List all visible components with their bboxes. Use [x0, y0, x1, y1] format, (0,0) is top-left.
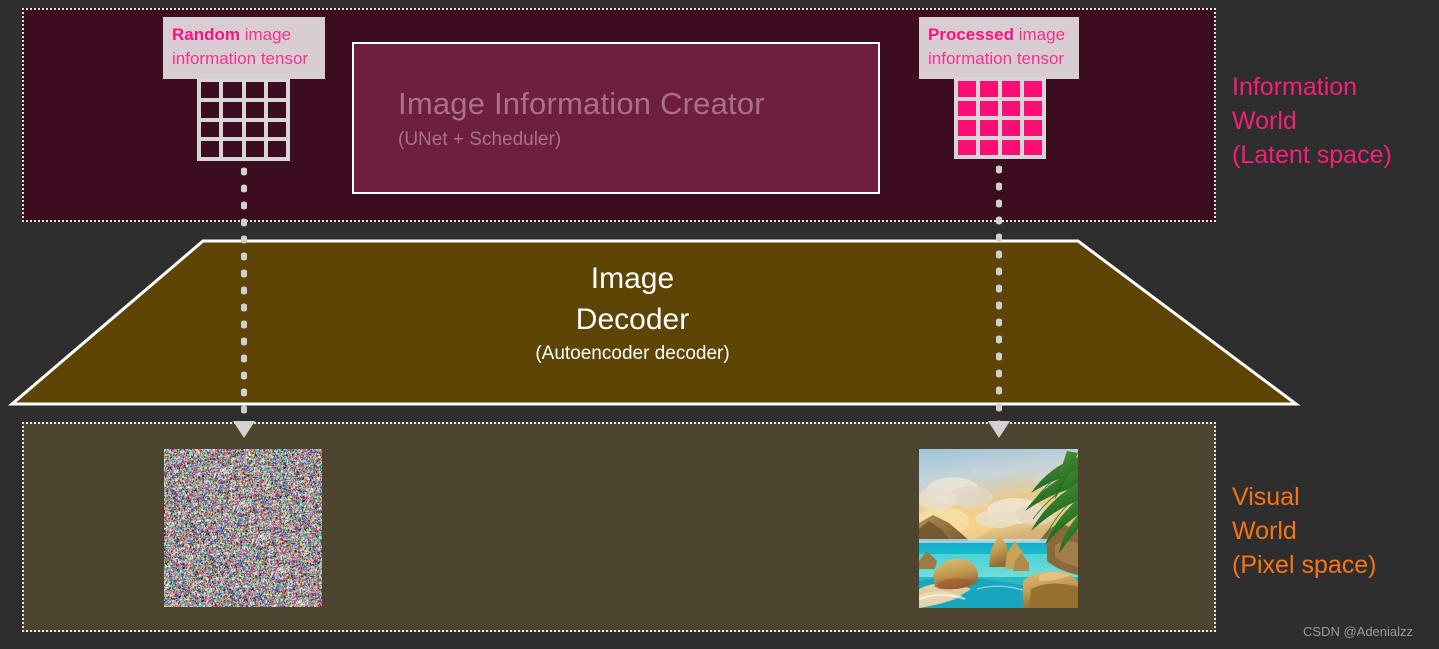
tensor-cell — [246, 122, 264, 138]
tensor-cell — [246, 141, 264, 157]
creator-title: Image Information Creator — [398, 86, 765, 122]
tensor-cell — [268, 102, 286, 118]
tensor-cell — [223, 102, 241, 118]
processed-tensor-caption: Processed image information tensor — [919, 17, 1079, 79]
right-arrow-icon — [988, 421, 1010, 438]
beach-scene-svg — [919, 449, 1078, 608]
tensor-cell — [201, 141, 219, 157]
random-noise-image — [164, 449, 322, 607]
tensor-cell — [980, 81, 998, 97]
tensor-cell — [958, 120, 976, 136]
tensor-cell — [246, 82, 264, 98]
watermark-text: CSDN @Adenialzz — [1303, 624, 1413, 639]
left-dotted-connector — [241, 163, 247, 421]
tensor-cell — [1002, 140, 1020, 156]
tensor-cell — [268, 82, 286, 98]
random-tensor-caption: Random image information tensor — [163, 17, 325, 79]
creator-subtitle: (UNet + Scheduler) — [398, 129, 561, 151]
tensor-cell — [958, 81, 976, 97]
tensor-cell — [1002, 101, 1020, 117]
tensor-cell — [1024, 81, 1042, 97]
tensor-cell — [958, 101, 976, 117]
image-information-creator-box: Image Information Creator (UNet + Schedu… — [352, 42, 880, 194]
random-tensor-caption-line2: information tensor — [172, 49, 308, 68]
tensor-cell — [268, 141, 286, 157]
processed-image-information-tensor-grid — [954, 77, 1046, 159]
tropical-beach-sunset-image — [919, 449, 1078, 608]
tensor-cell — [246, 102, 264, 118]
image-decoder-shape — [0, 236, 1310, 411]
tensor-cell — [201, 82, 219, 98]
visual-world-label: Visual World (Pixel space) — [1232, 480, 1377, 582]
tensor-cell — [980, 101, 998, 117]
processed-tensor-caption-line2: information tensor — [928, 49, 1064, 68]
tensor-cell — [223, 122, 241, 138]
tensor-cell — [201, 102, 219, 118]
processed-tensor-caption-rest: image — [1014, 25, 1065, 44]
processed-tensor-caption-bold: Processed — [928, 25, 1014, 44]
left-arrow-icon — [233, 421, 255, 438]
decoder-trapezoid-svg — [0, 236, 1310, 411]
tensor-cell — [980, 140, 998, 156]
tensor-cell — [980, 120, 998, 136]
information-world-label: Information World (Latent space) — [1232, 70, 1392, 172]
tensor-cell — [223, 82, 241, 98]
random-image-information-tensor-grid — [197, 78, 290, 161]
tensor-cell — [1002, 120, 1020, 136]
random-tensor-caption-rest: image — [240, 25, 291, 44]
tensor-cell — [223, 141, 241, 157]
random-noise-canvas — [164, 449, 322, 607]
tensor-cell — [1024, 140, 1042, 156]
tensor-cell — [201, 122, 219, 138]
tensor-cell — [1002, 81, 1020, 97]
right-dotted-connector — [996, 161, 1002, 421]
tensor-cell — [958, 140, 976, 156]
tensor-cell — [1024, 101, 1042, 117]
random-tensor-caption-bold: Random — [172, 25, 240, 44]
tensor-cell — [1024, 120, 1042, 136]
tensor-cell — [268, 122, 286, 138]
